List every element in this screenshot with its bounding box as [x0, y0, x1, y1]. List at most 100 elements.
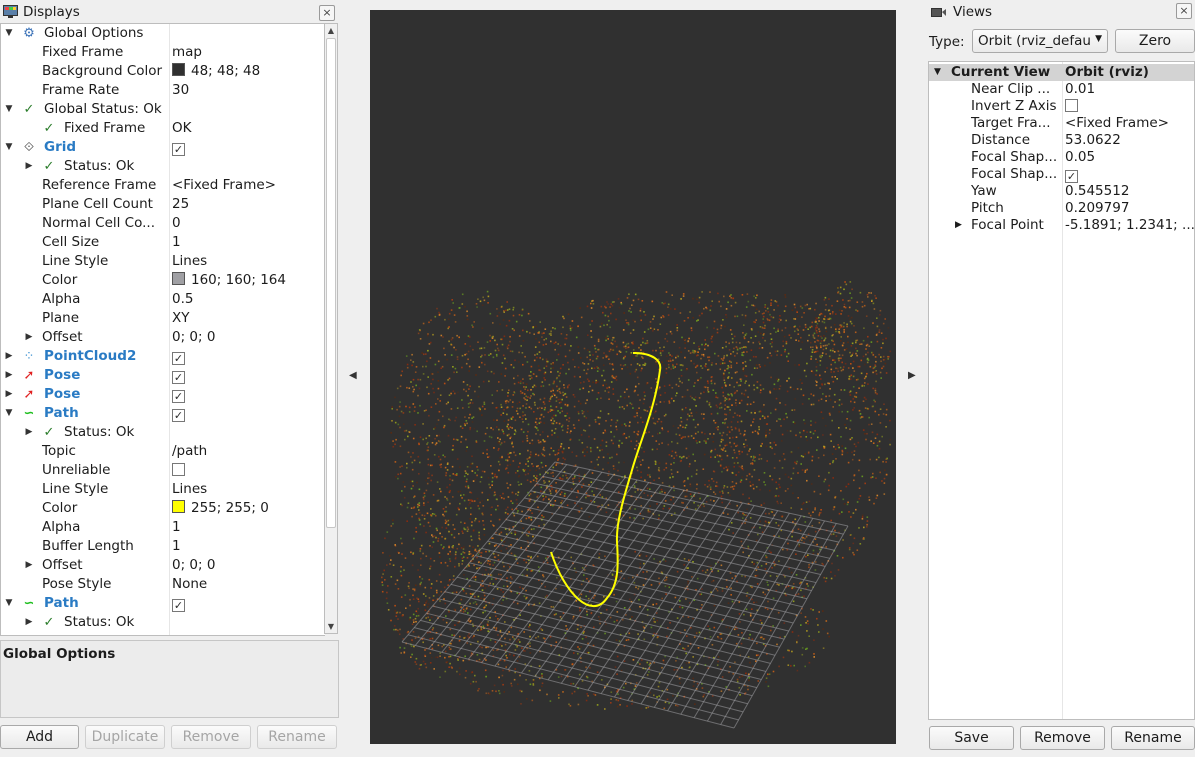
view-property-row[interactable]: Focal Shap... 0.05 — [929, 149, 1194, 166]
display-tree-row[interactable]: ✓ Fixed Frame OK — [1, 119, 325, 138]
enable-checkbox[interactable]: ✓ — [172, 409, 185, 422]
property-value[interactable]: 48; 48; 48 — [172, 62, 260, 81]
display-tree-row[interactable]: Plane Cell Count 25 — [1, 195, 325, 214]
view-property-row[interactable]: Distance 53.0622 — [929, 132, 1194, 149]
rename-view-button[interactable]: Rename — [1111, 726, 1195, 750]
collapse-right-arrow-icon[interactable]: ▶ — [908, 370, 916, 381]
property-value[interactable]: Lines — [172, 480, 207, 499]
view-property-value[interactable]: <Fixed Frame> — [1065, 115, 1169, 132]
view-property-value[interactable]: 0.01 — [1065, 81, 1095, 98]
display-tree-row[interactable]: ▼ ∽ Path ✓ — [1, 404, 325, 423]
display-tree-row[interactable]: Fixed Frame map — [1, 43, 325, 62]
color-swatch[interactable] — [172, 500, 185, 513]
point-cloud-scene[interactable] — [370, 10, 896, 744]
collapse-arrow-icon[interactable]: ▼ — [3, 100, 15, 119]
display-tree-row[interactable]: ▶ ⁘ PointCloud2 ✓ — [1, 347, 325, 366]
zero-button[interactable]: Zero — [1115, 29, 1195, 53]
property-value[interactable]: 1 — [172, 233, 181, 252]
view-property-value[interactable]: 0.05 — [1065, 149, 1095, 166]
display-tree-row[interactable]: ▼ ✓ Global Status: Ok — [1, 100, 325, 119]
display-tree-row[interactable]: Alpha 1 — [1, 518, 325, 537]
enable-checkbox[interactable]: ✓ — [172, 352, 185, 365]
expand-arrow-icon[interactable]: ▶ — [23, 556, 35, 575]
views-close-button[interactable]: × — [1176, 3, 1192, 19]
collapse-left-arrow-icon[interactable]: ◀ — [349, 370, 357, 381]
collapse-arrow-icon[interactable]: ▼ — [3, 138, 15, 157]
display-tree-row[interactable]: Line Style Lines — [1, 252, 325, 271]
property-value[interactable]: XY — [172, 309, 190, 328]
color-swatch[interactable] — [172, 272, 185, 285]
property-value[interactable]: ✓ — [172, 347, 185, 366]
property-value[interactable]: 0; 0; 0 — [172, 328, 215, 347]
display-tree-row[interactable]: Color 160; 160; 164 — [1, 271, 325, 290]
render-3d-view[interactable] — [370, 10, 896, 744]
display-tree-row[interactable]: ▶ ✓ Status: Ok — [1, 157, 325, 176]
rename-display-button[interactable]: Rename — [257, 725, 337, 749]
property-value[interactable]: /path — [172, 442, 207, 461]
property-value[interactable]: ✓ — [172, 594, 185, 613]
view-property-row[interactable]: Yaw 0.545512 — [929, 183, 1194, 200]
display-tree-row[interactable]: ▼ ∽ Path ✓ — [1, 594, 325, 613]
display-tree-row[interactable]: ▶ ➚ Pose ✓ — [1, 385, 325, 404]
display-tree-row[interactable]: Pose Style None — [1, 575, 325, 594]
expand-arrow-icon[interactable]: ▶ — [23, 423, 35, 442]
view-property-value[interactable]: -5.1891; 1.2341; ... — [1065, 217, 1194, 234]
property-value[interactable]: <Fixed Frame> — [172, 176, 276, 195]
property-value[interactable]: 0 — [172, 214, 181, 233]
display-tree-row[interactable]: ▶ Offset 0; 0; 0 — [1, 328, 325, 347]
view-property-row[interactable]: Invert Z Axis — [929, 98, 1194, 115]
display-tree-row[interactable]: Buffer Length 1 — [1, 537, 325, 556]
collapse-arrow-icon[interactable]: ▼ — [3, 24, 15, 43]
expand-arrow-icon[interactable]: ▶ — [3, 366, 15, 385]
scrollbar-thumb[interactable] — [326, 38, 336, 528]
display-tree-row[interactable]: ▶ Offset 0; 0; 0 — [1, 556, 325, 575]
property-value[interactable]: 0; 0; 0 — [172, 556, 215, 575]
display-tree-row[interactable]: Cell Size 1 — [1, 233, 325, 252]
property-value[interactable]: ✓ — [172, 138, 185, 157]
view-property-value[interactable]: ✓ — [1065, 166, 1078, 183]
display-tree-row[interactable]: Topic/path — [1, 442, 325, 461]
display-tree-row[interactable]: Unreliable — [1, 461, 325, 480]
view-property-row[interactable]: Pitch 0.209797 — [929, 200, 1194, 217]
display-tree-row[interactable]: ▶ ➚ Pose ✓ — [1, 366, 325, 385]
property-value[interactable]: ✓ — [172, 385, 185, 404]
enable-checkbox[interactable]: ✓ — [172, 143, 185, 156]
display-tree-row[interactable]: Line Style Lines — [1, 480, 325, 499]
enable-checkbox[interactable]: ✓ — [172, 599, 185, 612]
view-property-row[interactable]: ▶ Focal Point -5.1891; 1.2341; ... — [929, 217, 1194, 234]
property-value[interactable]: None — [172, 575, 207, 594]
property-value[interactable]: 160; 160; 164 — [172, 271, 286, 290]
displays-tree[interactable]: ▼ ⚙ Global Options Fixed Frame map Background… — [0, 23, 325, 636]
expand-arrow-icon[interactable]: ▶ — [23, 613, 35, 632]
property-value[interactable]: Lines — [172, 252, 207, 271]
displays-close-button[interactable]: × — [319, 5, 335, 21]
expand-arrow-icon[interactable]: ▶ — [23, 157, 35, 176]
display-tree-row[interactable]: ▶ ✓ Status: Ok — [1, 423, 325, 442]
views-tree[interactable]: ▼ Current View Orbit (rviz) Near Clip ..… — [928, 61, 1195, 720]
expand-arrow-icon[interactable]: ▶ — [3, 385, 15, 404]
color-swatch[interactable] — [172, 63, 185, 76]
property-value[interactable]: 1 — [172, 537, 181, 556]
enable-checkbox[interactable]: ✓ — [172, 390, 185, 403]
property-value[interactable]: OK — [172, 119, 191, 138]
view-property-row[interactable]: Target Fra... <Fixed Frame> — [929, 115, 1194, 132]
property-value[interactable]: ✓ — [172, 404, 185, 423]
property-value[interactable]: 25 — [172, 195, 189, 214]
property-value[interactable]: map — [172, 43, 202, 62]
view-property-value[interactable]: 0.209797 — [1065, 200, 1129, 217]
display-tree-row[interactable]: Color 255; 255; 0 — [1, 499, 325, 518]
display-tree-row[interactable]: Alpha 0.5 — [1, 290, 325, 309]
collapse-arrow-icon[interactable]: ▼ — [3, 594, 15, 613]
display-tree-row[interactable]: Reference Frame <Fixed Frame> — [1, 176, 325, 195]
current-view-header[interactable]: ▼ Current View Orbit (rviz) — [929, 64, 1194, 81]
displays-scrollbar[interactable]: ▲ ▼ — [324, 23, 338, 634]
expand-arrow-icon[interactable]: ▶ — [3, 347, 15, 366]
expand-arrow-icon[interactable]: ▼ — [934, 64, 941, 81]
property-value[interactable]: 0.5 — [172, 290, 193, 309]
enable-checkbox[interactable] — [172, 463, 185, 476]
scroll-down-arrow-icon[interactable]: ▼ — [325, 620, 337, 633]
property-value[interactable] — [172, 461, 185, 480]
property-value[interactable]: 30 — [172, 81, 189, 100]
remove-view-button[interactable]: Remove — [1020, 726, 1105, 750]
view-property-value[interactable]: 53.0622 — [1065, 132, 1121, 149]
